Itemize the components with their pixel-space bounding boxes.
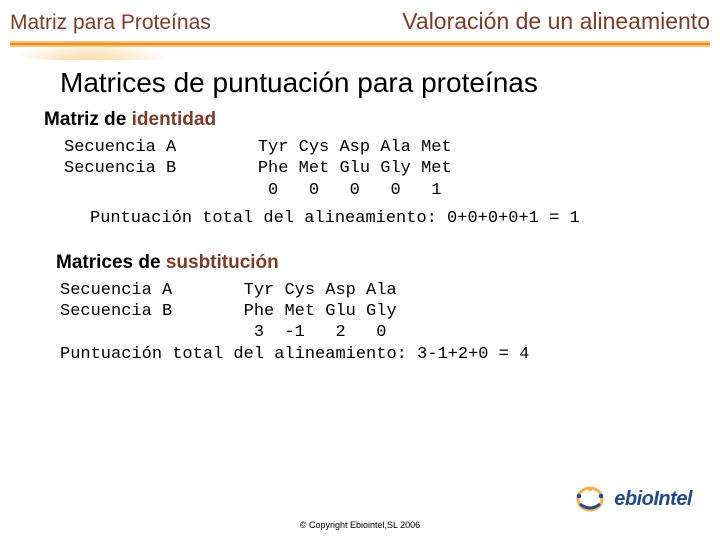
copyright: © Copyright Ebiointel,SL 2006 bbox=[0, 520, 720, 530]
header-rule bbox=[10, 41, 710, 47]
identity-seqA-label: Secuencia A bbox=[64, 138, 176, 157]
substitution-scores: 3 -1 2 0 bbox=[244, 323, 387, 342]
substitution-alignment: Secuencia A Tyr Cys Asp Ala Secuencia B … bbox=[60, 280, 720, 365]
substitution-total: Puntuación total del alineamiento: 3-1+2… bbox=[60, 345, 529, 364]
identity-seqA: Tyr Cys Asp Ala Met bbox=[258, 138, 452, 157]
substitution-seqB-label: Secuencia B bbox=[60, 302, 172, 321]
header-right: Valoración de un alineamiento bbox=[402, 8, 710, 35]
logo-mark-icon bbox=[576, 484, 610, 514]
substitution-heading-prefix: Matrices de bbox=[56, 252, 166, 273]
header-bar: Matriz para Proteínas Valoración de un a… bbox=[0, 0, 720, 47]
slide-title: Matrices de puntuación para proteínas bbox=[60, 67, 720, 99]
header-left: Matriz para Proteínas bbox=[10, 11, 211, 35]
substitution-heading: Matrices de susbtitución bbox=[56, 252, 720, 274]
logo-text: ebioIntel bbox=[614, 488, 692, 511]
logo: ebioIntel bbox=[576, 484, 692, 514]
identity-heading: Matriz de identidad bbox=[44, 109, 720, 131]
identity-alignment: Secuencia A Tyr Cys Asp Ala Met Secuenci… bbox=[64, 137, 720, 201]
substitution-seqB: Phe Met Glu Gly bbox=[244, 302, 397, 321]
substitution-seqA-label: Secuencia A bbox=[60, 281, 172, 300]
substitution-heading-accent: susbtitución bbox=[166, 252, 279, 273]
identity-scores: 0 0 0 0 1 bbox=[258, 181, 442, 200]
identity-seqB-label: Secuencia B bbox=[64, 159, 176, 178]
identity-heading-accent: identidad bbox=[132, 109, 216, 130]
identity-total: Puntuación total del alineamiento: 0+0+0… bbox=[90, 209, 720, 228]
identity-heading-prefix: Matriz de bbox=[44, 109, 132, 130]
substitution-seqA: Tyr Cys Asp Ala bbox=[244, 281, 397, 300]
identity-seqB: Phe Met Glu Gly Met bbox=[258, 159, 452, 178]
